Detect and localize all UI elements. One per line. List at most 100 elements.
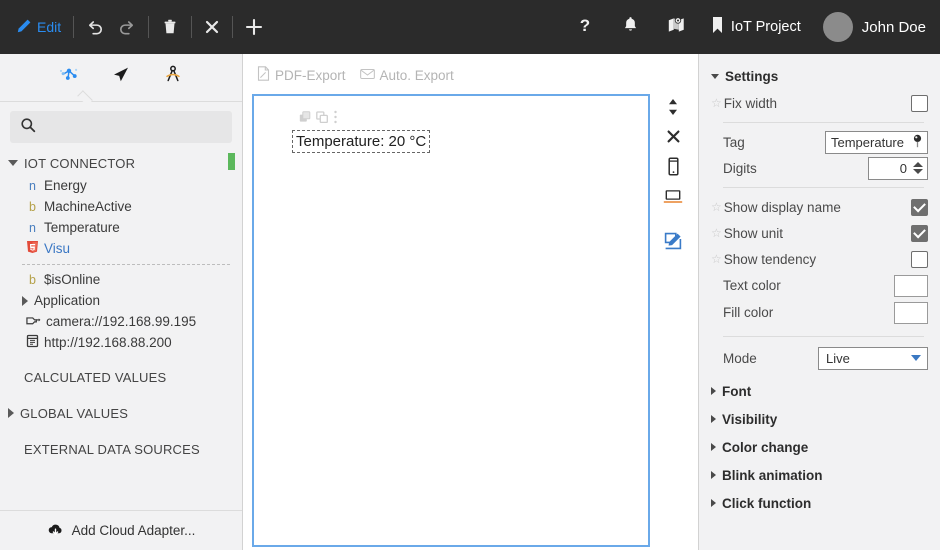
fix-width-checkbox[interactable] <box>911 94 928 112</box>
widget-menu-icon[interactable] <box>333 110 338 129</box>
trash-icon <box>161 18 179 36</box>
setting-fix-width: ☆ Fix width <box>711 90 928 116</box>
stepper-up-icon[interactable] <box>913 162 923 167</box>
tree-item-label: Energy <box>44 178 87 193</box>
edit-button[interactable]: Edit <box>10 11 67 43</box>
canvas-tool-strip <box>658 94 688 258</box>
tree-item-application[interactable]: Application <box>0 290 242 311</box>
copy-handle-icon[interactable] <box>316 110 329 129</box>
search-box[interactable] <box>10 111 232 143</box>
html5-icon <box>26 240 39 257</box>
auto-export-button[interactable]: Auto. Export <box>359 67 454 83</box>
sidebar-tab-connector[interactable] <box>54 62 84 90</box>
tree-item-isonline[interactable]: b $isOnline <box>0 269 242 290</box>
top-toolbar: Edit ? IoT Project John Doe <box>0 0 940 54</box>
tree-item-label: Application <box>34 293 101 308</box>
sidebar-tab-design[interactable] <box>158 62 188 90</box>
search-input[interactable] <box>45 119 222 135</box>
settings-panel: Settings ☆ Fix width Tag Temperature Dig… <box>698 54 940 550</box>
show-display-name-checkbox[interactable] <box>911 198 928 216</box>
favorite-star-icon[interactable]: ☆ <box>711 96 722 110</box>
notifications-button[interactable] <box>608 11 653 43</box>
tree-group-label: CALCULATED VALUES <box>24 369 167 385</box>
close-button[interactable] <box>198 11 226 43</box>
section-font[interactable]: Font <box>711 377 928 405</box>
digits-label: Digits <box>723 160 757 176</box>
favorite-star-icon[interactable]: ☆ <box>711 200 722 214</box>
add-button[interactable] <box>239 11 269 43</box>
auto-export-label: Auto. Export <box>379 67 454 83</box>
resize-vertical-tool[interactable] <box>658 94 688 124</box>
laptop-icon <box>663 188 683 210</box>
pdf-export-button[interactable]: PDF-Export <box>257 66 346 84</box>
digits-stepper[interactable]: 0 <box>868 156 928 180</box>
pin-icon[interactable] <box>912 134 923 151</box>
close-canvas-tool[interactable] <box>658 124 688 154</box>
tree-group-label: EXTERNAL DATA SOURCES <box>24 441 200 457</box>
camera-icon <box>26 313 41 330</box>
section-visibility[interactable]: Visibility <box>711 405 928 433</box>
sidebar-tab-navigate[interactable] <box>106 62 136 90</box>
bell-icon <box>622 15 639 39</box>
edit-tool[interactable] <box>658 228 688 258</box>
section-color-change[interactable]: Color change <box>711 433 928 461</box>
redo-button[interactable] <box>111 11 142 43</box>
tag-value: Temperature <box>831 134 904 150</box>
tree-item-camera-link[interactable]: camera://192.168.99.195 <box>0 311 242 332</box>
help-button[interactable]: ? <box>562 11 608 43</box>
tree-item-visu[interactable]: Visu <box>0 238 242 259</box>
stepper-down-icon[interactable] <box>913 169 923 174</box>
map-button[interactable] <box>653 11 701 43</box>
section-blink-animation[interactable]: Blink animation <box>711 461 928 489</box>
svg-text:?: ? <box>580 16 590 35</box>
section-click-function[interactable]: Click function <box>711 489 928 517</box>
sidebar-tab-underline <box>0 90 242 106</box>
type-bool-icon: b <box>29 272 36 287</box>
tree-item-machineactive[interactable]: b MachineActive <box>0 196 242 217</box>
visu-canvas[interactable]: Temperature: 20 °C <box>252 94 650 547</box>
settings-section-header[interactable]: Settings <box>711 62 928 90</box>
widget-handle-group <box>299 110 338 129</box>
export-toolbar: PDF-Export Auto. Export <box>243 54 698 84</box>
chevron-right-icon <box>711 415 716 423</box>
compass-divider-icon <box>163 64 183 89</box>
fill-color-swatch[interactable] <box>894 301 928 324</box>
desktop-preview-tool[interactable] <box>658 184 688 214</box>
tree-group-global-values[interactable]: GLOBAL VALUES <box>0 401 242 425</box>
tree-item-label: Temperature <box>44 220 120 235</box>
up-down-arrow-icon <box>666 98 680 121</box>
chevron-right-icon <box>711 471 716 479</box>
tree-group-calculated-values[interactable]: CALCULATED VALUES <box>0 365 242 389</box>
tree-item-energy[interactable]: n Energy <box>0 175 242 196</box>
user-name-label: John Doe <box>861 18 926 36</box>
add-cloud-adapter-button[interactable]: Add Cloud Adapter... <box>0 510 242 550</box>
delete-button[interactable] <box>155 11 185 43</box>
toolbar-divider-2 <box>148 16 150 38</box>
setting-show-display-name: ☆ Show display name <box>711 194 928 220</box>
tree-group-iot-connector[interactable]: IOT CONNECTOR <box>0 151 242 175</box>
tag-input[interactable]: Temperature <box>825 130 928 154</box>
tree-item-label: camera://192.168.99.195 <box>46 314 197 329</box>
tag-label: Tag <box>723 134 745 150</box>
connector-tree: IOT CONNECTOR n Energy b MachineActive n… <box>0 143 242 461</box>
favorite-star-icon[interactable]: ☆ <box>711 252 722 266</box>
text-color-label: Text color <box>723 278 781 293</box>
duplicate-handle-icon[interactable] <box>299 110 312 129</box>
type-bool-icon: b <box>29 199 36 214</box>
tree-item-temperature[interactable]: n Temperature <box>0 217 242 238</box>
mobile-preview-tool[interactable] <box>658 154 688 184</box>
section-click-function-label: Click function <box>722 495 812 511</box>
favorite-star-icon[interactable]: ☆ <box>711 226 722 240</box>
text-color-swatch[interactable] <box>894 274 928 297</box>
top-toolbar-left-group: Edit <box>0 11 269 43</box>
user-menu-button[interactable]: John Doe <box>811 12 926 42</box>
tree-group-external-data-sources[interactable]: EXTERNAL DATA SOURCES <box>0 437 242 461</box>
mode-select[interactable]: Live <box>818 346 928 370</box>
show-tendency-checkbox[interactable] <box>911 250 928 268</box>
project-button[interactable]: IoT Project <box>701 16 811 38</box>
show-unit-checkbox[interactable] <box>911 224 928 242</box>
stepper-arrows[interactable] <box>913 162 923 174</box>
temperature-widget[interactable]: Temperature: 20 °C <box>292 130 431 153</box>
undo-button[interactable] <box>80 11 111 43</box>
tree-item-http-link[interactable]: http://192.168.88.200 <box>0 332 242 353</box>
